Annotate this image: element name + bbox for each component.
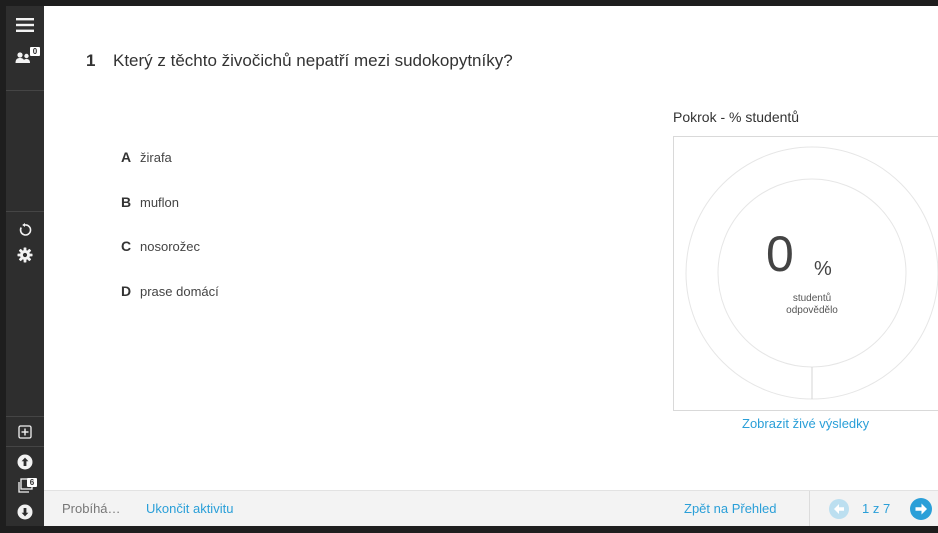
menu-button[interactable] [6,14,44,36]
undo-icon [19,223,32,236]
answer-option-a: A žirafa [121,147,172,167]
slides-count-badge: 6 [27,478,37,487]
participants-count-badge: 0 [30,47,40,56]
footer-bar: Probíhá… Ukončit aktivitu Zpět na Přehle… [44,490,938,526]
settings-button[interactable] [6,244,44,266]
arrow-down-circle-icon [17,504,33,520]
sidebar-divider [6,211,44,212]
progress-caption-line1: studentů [792,293,832,304]
progress-panel: 0 % studentů odpovědělo [673,136,938,411]
option-letter: C [121,238,132,254]
participants-button[interactable]: 0 [6,44,44,68]
left-toolbar: 0 6 [6,6,44,526]
hamburger-menu-icon [16,18,34,32]
arrow-up-circle-icon [17,454,33,470]
progress-title: Pokrok - % studentů [673,109,800,125]
slides-button[interactable]: 6 [6,475,44,497]
answer-option-d: D prase domácí [121,281,219,301]
option-letter: A [121,149,132,165]
sidebar-divider [6,446,44,447]
add-box-icon [18,425,32,439]
progress-percent-unit: % [814,258,832,280]
back-to-overview-link[interactable]: Zpět na Přehled [684,501,777,516]
footer-divider [809,491,810,526]
progress-ring [685,146,938,400]
option-text: muflon [140,194,180,210]
live-results-link[interactable]: Zobrazit živé výsledky [742,416,869,431]
question-text: Který z těchto živočichů nepatří mezi su… [113,51,513,70]
page-indicator: 1 z 7 [862,501,891,516]
next-slide-button[interactable] [6,502,44,522]
window-bottom-border [0,526,938,533]
answer-option-c: C nosorožec [121,236,200,256]
option-letter: D [121,283,132,299]
add-slide-button[interactable] [6,422,44,442]
previous-slide-button[interactable] [6,452,44,472]
option-text: nosorožec [140,238,200,254]
activity-status: Probíhá… [62,501,121,516]
sidebar-divider [6,90,44,91]
option-letter: B [121,194,132,210]
sidebar-divider [6,416,44,417]
reset-button[interactable] [6,220,44,240]
previous-arrow-icon[interactable] [829,499,849,519]
question-number: 1 [86,51,96,70]
option-text: prase domácí [140,283,219,299]
option-text: žirafa [140,149,172,165]
progress-percent-value: 0 [766,226,794,282]
progress-caption-line2: odpovědělo [786,305,838,316]
gear-icon [17,247,33,263]
end-activity-link[interactable]: Ukončit aktivitu [146,501,233,516]
answer-option-b: B muflon [121,192,179,212]
next-arrow-icon[interactable] [910,498,932,520]
progress-caption: studentů odpovědělo [762,293,862,317]
window-top-border [0,0,938,6]
